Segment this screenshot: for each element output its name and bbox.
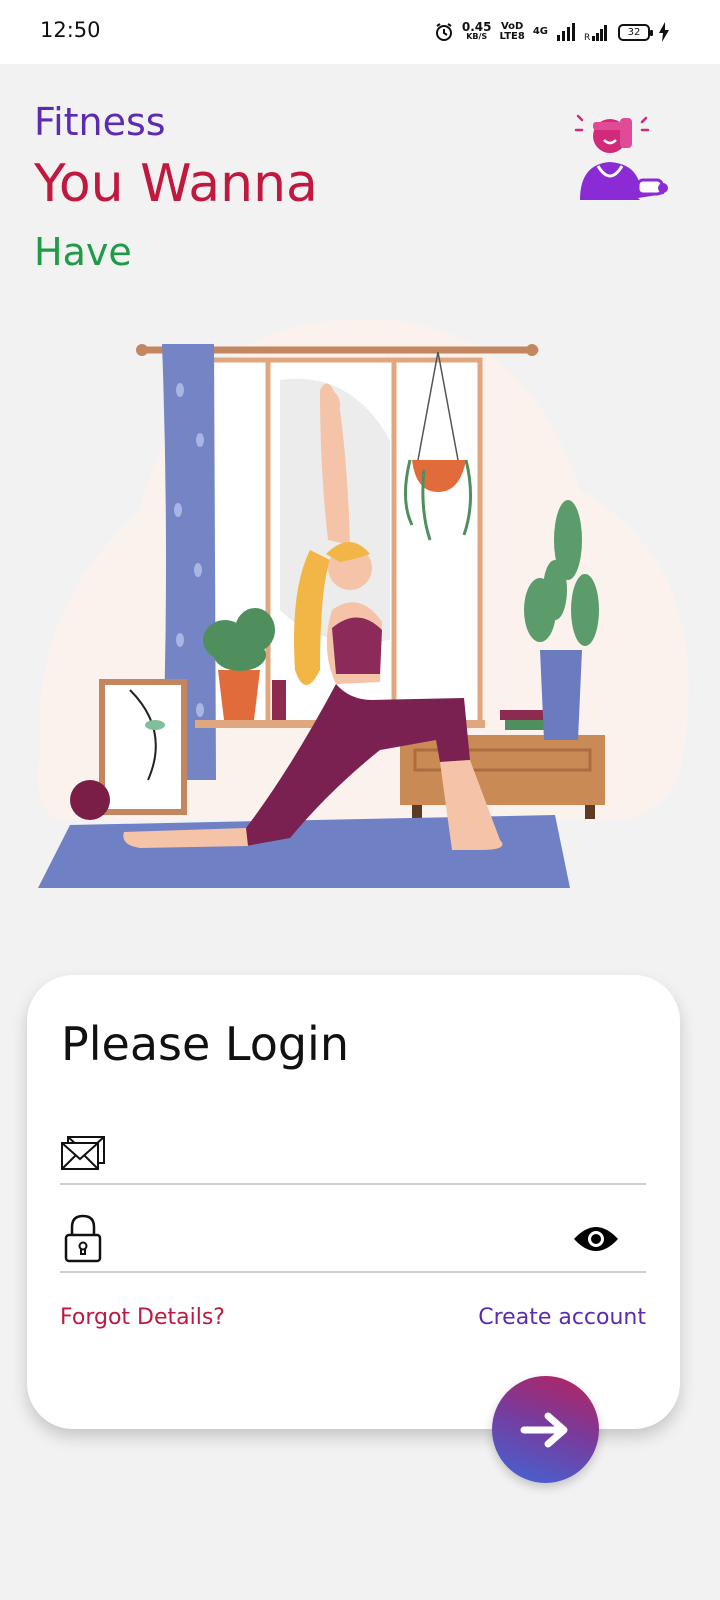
headline-you-wanna: You Wanna — [34, 154, 318, 214]
fitness-trainer-icon — [574, 114, 668, 200]
arrow-right-icon — [520, 1412, 567, 1447]
envelope-icon — [61, 1136, 105, 1170]
login-submit-button[interactable] — [492, 1376, 599, 1483]
password-field-container — [60, 1213, 646, 1273]
lock-icon — [64, 1214, 102, 1263]
email-input[interactable] — [120, 1133, 560, 1177]
forgot-details-link[interactable]: Forgot Details? — [60, 1305, 225, 1330]
svg-text:R: R — [584, 33, 590, 41]
network-speed-value: 0.45 — [461, 20, 492, 34]
signal-roaming-icon: R — [584, 25, 607, 41]
login-title: Please Login — [61, 1017, 349, 1071]
network-speed: 0.45 KB/S — [461, 20, 492, 42]
volte-bottom-label: LTE8 — [499, 31, 525, 42]
status-time: 12:50 — [40, 18, 101, 42]
battery-level: 32 — [627, 26, 641, 38]
volte-indicator: VoD LTE8 — [500, 22, 525, 42]
headline-fitness: Fitness — [34, 100, 166, 144]
email-field-container — [60, 1125, 646, 1185]
signal-icon — [557, 23, 575, 41]
headline-have: Have — [34, 230, 132, 274]
status-icons: 0.45 KB/S VoD LTE8 4G R 32 — [434, 18, 670, 46]
eye-icon[interactable] — [572, 1221, 620, 1257]
battery-indicator: 32 — [618, 23, 653, 41]
charging-icon — [659, 22, 669, 42]
password-input[interactable] — [120, 1221, 560, 1265]
network-speed-unit: KB/S — [466, 32, 488, 41]
create-account-link[interactable]: Create account — [478, 1305, 646, 1330]
login-card: Please Login Forgot Details? Create acco… — [27, 975, 680, 1429]
yoga-woman-illustration — [37, 319, 689, 888]
network-type: 4G — [532, 26, 548, 37]
status-bar: 12:50 0.45 KB/S VoD LTE8 4G R 32 — [0, 0, 720, 64]
alarm-icon — [435, 23, 452, 41]
